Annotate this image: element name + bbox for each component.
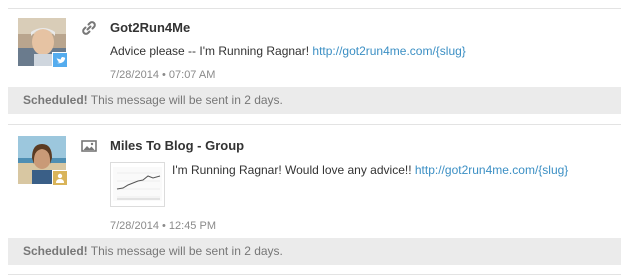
divider-bottom xyxy=(8,274,621,275)
post-timestamp: 7/28/2014 • 07:07 AM xyxy=(110,69,216,81)
post-message: I'm Running Ragnar! Would love any advic… xyxy=(172,163,568,177)
scheduled-label: Scheduled! xyxy=(23,93,88,107)
twitter-icon xyxy=(52,52,68,68)
image-icon xyxy=(81,138,97,154)
scheduled-text: This message will be sent in 2 days. xyxy=(87,244,283,258)
scheduled-banner: Scheduled! This message will be sent in … xyxy=(8,238,621,265)
link-icon xyxy=(81,20,97,36)
scheduled-banner: Scheduled! This message will be sent in … xyxy=(8,87,621,114)
post-link[interactable]: http://got2run4me.com/{slug} xyxy=(415,163,568,177)
divider-middle xyxy=(8,124,621,125)
post-text: I'm Running Ragnar! Would love any advic… xyxy=(172,163,415,177)
linkedin-icon xyxy=(52,170,68,186)
thumbnail-graph xyxy=(113,167,162,201)
scheduled-text: This message will be sent in 2 days. xyxy=(87,93,283,107)
post-link[interactable]: http://got2run4me.com/{slug} xyxy=(312,44,465,58)
post-thumbnail[interactable] xyxy=(110,162,165,207)
post-text: Advice please -- I'm Running Ragnar! xyxy=(110,44,313,58)
scheduled-label: Scheduled! xyxy=(23,244,88,258)
post-author[interactable]: Miles To Blog - Group xyxy=(110,138,244,153)
post-message: Advice please -- I'm Running Ragnar! htt… xyxy=(110,44,466,58)
post-timestamp: 7/28/2014 • 12:45 PM xyxy=(110,220,216,232)
post-author[interactable]: Got2Run4Me xyxy=(110,20,190,35)
divider-top xyxy=(8,8,621,9)
